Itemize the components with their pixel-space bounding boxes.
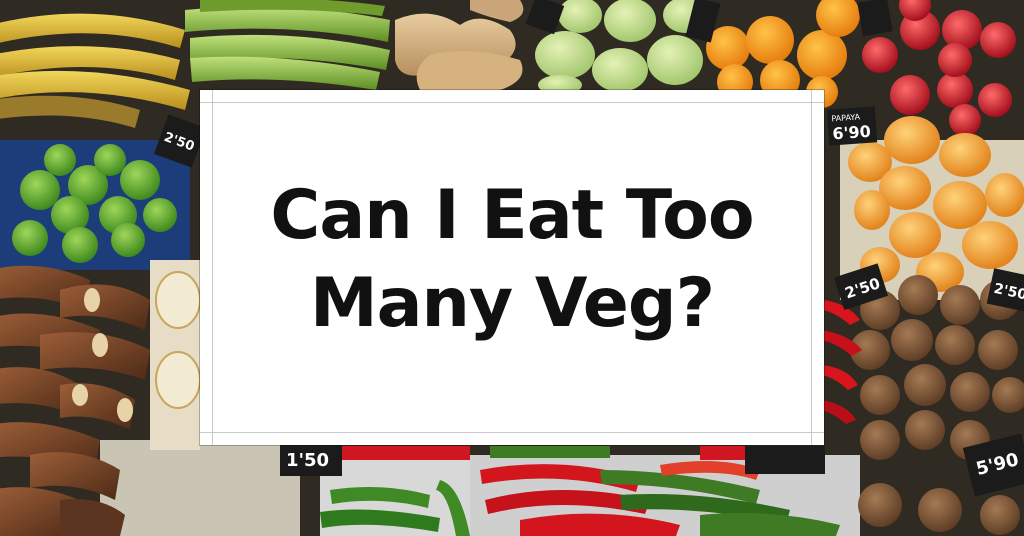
price-tag-bottom-left: 1'50 — [280, 442, 342, 476]
headline: Can I Eat Too Many Veg? — [220, 172, 804, 348]
title-card: Can I Eat Too Many Veg? — [200, 90, 824, 445]
price-tag-papaya: PAPAYA 6'90 — [826, 106, 878, 146]
headline-line-2: Many Veg? — [309, 264, 715, 343]
price-tag-top-3 — [857, 0, 893, 37]
svg-text:6'90: 6'90 — [832, 122, 872, 144]
plantains — [185, 0, 390, 90]
svg-text:1'50: 1'50 — [286, 450, 329, 471]
headline-line-1: Can I Eat Too — [270, 176, 754, 255]
price-tag-blank — [745, 446, 825, 474]
